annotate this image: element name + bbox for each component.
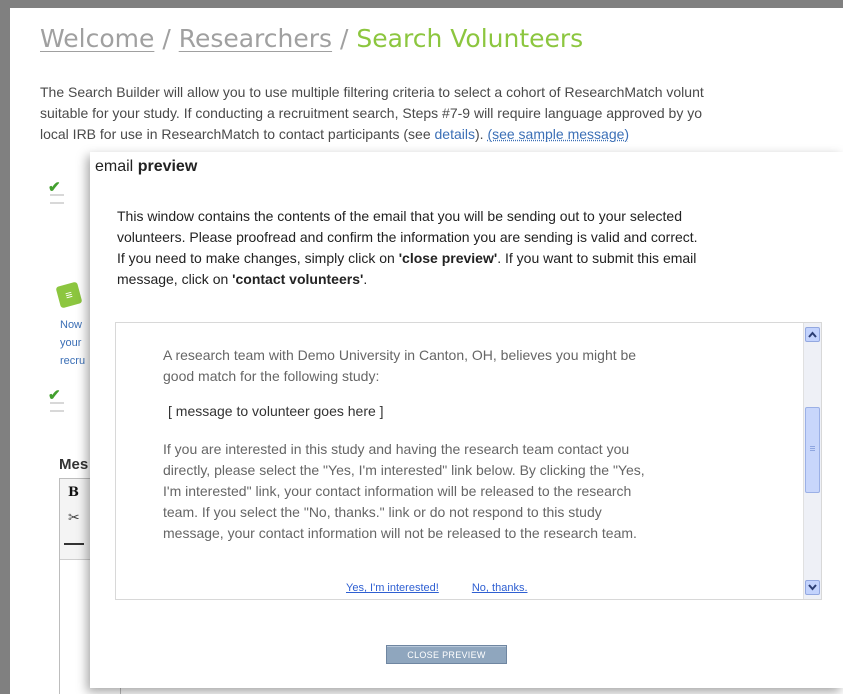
yes-interested-link[interactable]: Yes, I'm interested! <box>346 582 439 594</box>
scrollbar[interactable] <box>803 323 821 599</box>
breadcrumb-separator: / <box>340 24 349 53</box>
intro-line: The Search Builder will allow you to use… <box>40 84 704 100</box>
scroll-up-button[interactable] <box>805 327 820 342</box>
intro-line: local IRB for use in ResearchMatch to co… <box>40 126 630 142</box>
horizontal-rule-icon[interactable] <box>64 543 84 545</box>
scroll-thumb[interactable] <box>805 407 820 493</box>
email-preview-modal: email preview This window contains the c… <box>90 152 843 688</box>
intro-text: The Search Builder will allow you to use… <box>40 82 843 145</box>
cut-icon[interactable]: ✂ <box>68 509 80 526</box>
message-intro: A research team with Demo University in … <box>163 347 637 384</box>
side-text: Now your recru <box>60 319 86 367</box>
email-message-box[interactable]: A research team with Demo University in … <box>115 322 822 600</box>
modal-title: email preview <box>95 158 198 175</box>
list-icon <box>50 402 64 412</box>
intro-line: suitable for your study. If conducting a… <box>40 105 702 121</box>
bold-button[interactable]: B <box>68 485 79 500</box>
close-preview-reference: 'close preview' <box>398 250 498 266</box>
list-icon <box>50 194 64 204</box>
note-icon: ≡ <box>55 281 83 309</box>
close-preview-button[interactable]: CLOSE PREVIEW <box>386 645 507 664</box>
chevron-down-icon <box>808 584 817 591</box>
sample-message-link[interactable]: (see sample message) <box>487 126 629 142</box>
no-thanks-link[interactable]: No, thanks. <box>472 582 528 594</box>
page-title: Search Volunteers <box>356 24 584 53</box>
message-placeholder: [ message to volunteer goes here ] <box>168 403 384 419</box>
details-link[interactable]: details <box>435 126 475 142</box>
message-heading: Mes <box>59 456 89 473</box>
contact-volunteers-reference: 'contact volunteers' <box>232 271 364 287</box>
response-links: Yes, I'm interested! No, thanks. <box>346 582 558 594</box>
message-body: If you are interested in this study and … <box>163 441 645 541</box>
modal-description: This window contains the contents of the… <box>117 208 698 287</box>
chevron-up-icon <box>808 331 817 338</box>
breadcrumb-separator: / <box>162 24 171 53</box>
breadcrumb-welcome-link[interactable]: Welcome <box>40 24 154 53</box>
breadcrumb-researchers-link[interactable]: Researchers <box>179 24 332 53</box>
scroll-down-button[interactable] <box>805 580 820 595</box>
breadcrumb: Welcome / Researchers / Search Volunteer… <box>40 24 583 53</box>
